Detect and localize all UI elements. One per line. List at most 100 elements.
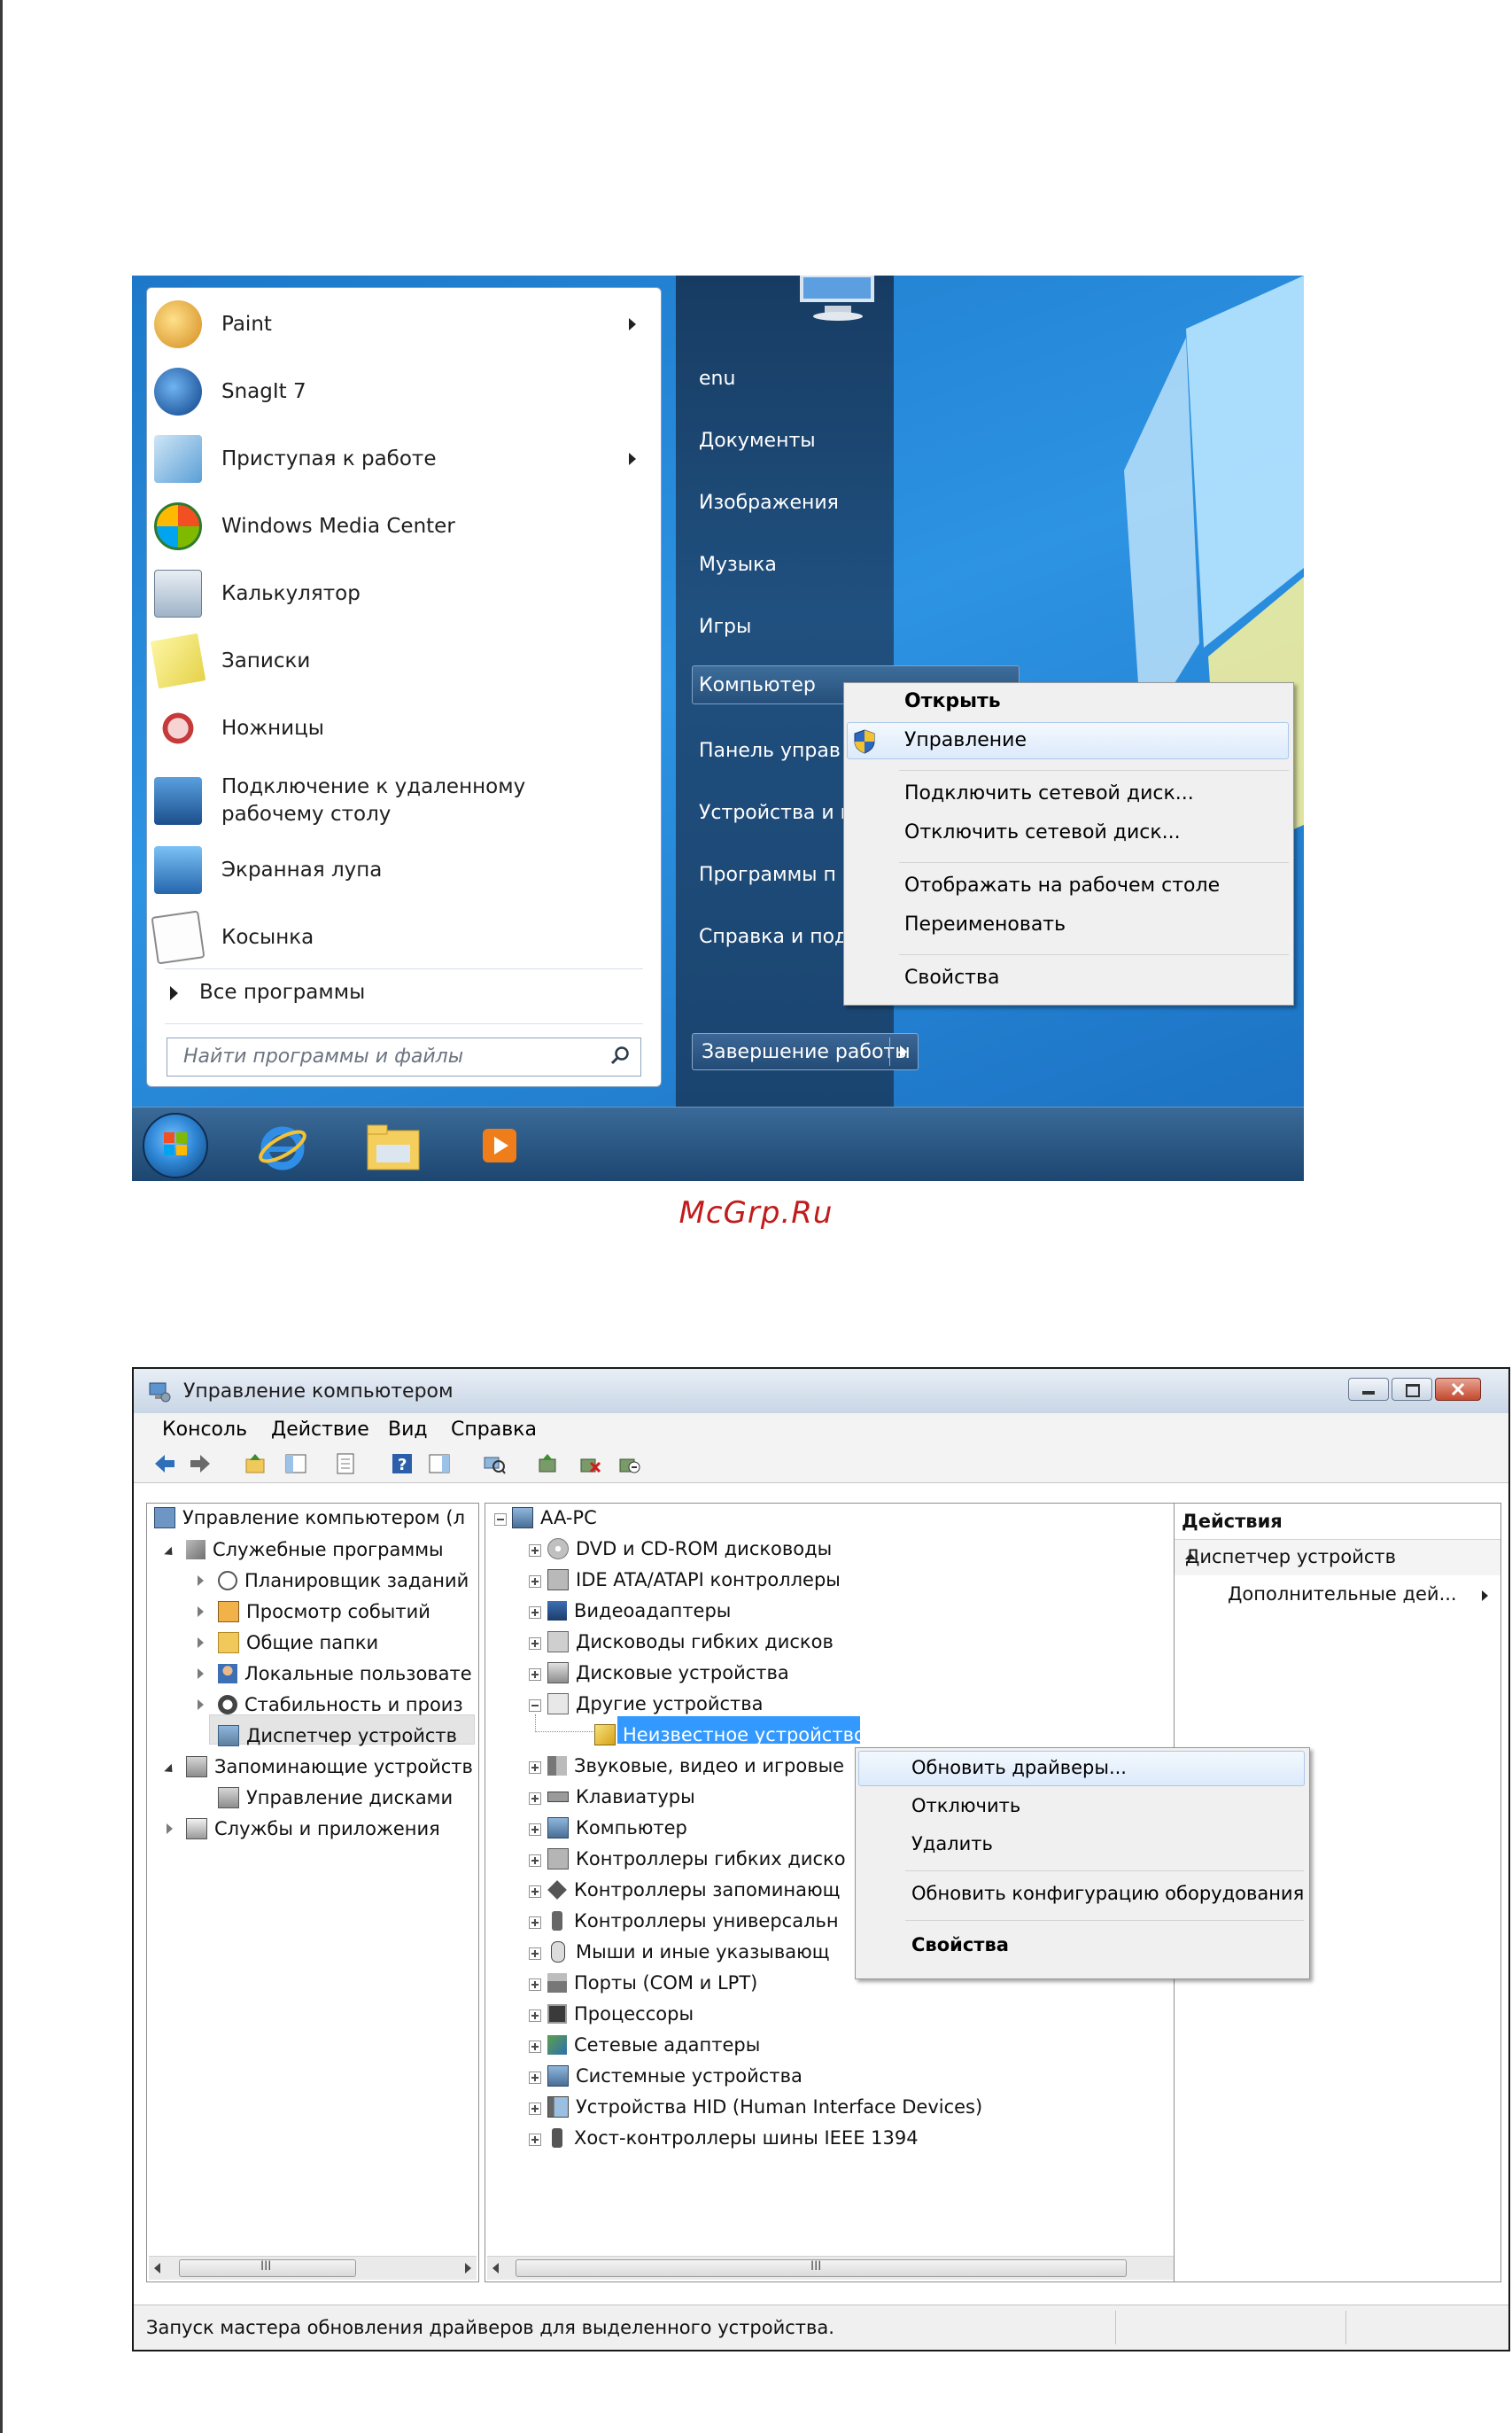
scroll-left-icon[interactable]: [154, 2263, 160, 2274]
expand-box-icon[interactable]: [529, 1823, 541, 1836]
device-category[interactable]: Звуковые, видео и игровые: [547, 1755, 844, 1776]
tree-reliability[interactable]: Стабильность и произ: [218, 1694, 463, 1715]
expand-box-icon[interactable]: [529, 1916, 541, 1929]
start-search-input[interactable]: Найти программы и файлы: [167, 1038, 641, 1077]
menu-console[interactable]: Консоль: [162, 1419, 247, 1441]
scan-hardware-icon[interactable]: [483, 1452, 506, 1475]
program-remote-desktop[interactable]: Подключение к удаленному рабочему столу: [154, 766, 650, 836]
expand-arrow-icon[interactable]: [198, 1606, 204, 1617]
expand-box-icon[interactable]: [529, 2009, 541, 2022]
link-devices-printers[interactable]: Устройства и г: [699, 802, 850, 824]
device-category[interactable]: Контроллеры запоминающ: [547, 1879, 840, 1901]
expand-box-icon[interactable]: [529, 1947, 541, 1960]
menu-item-open[interactable]: Открыть: [904, 690, 1001, 712]
link-music[interactable]: Музыка: [699, 554, 777, 576]
collapse-box-icon[interactable]: [529, 1699, 541, 1712]
expand-arrow-icon[interactable]: [198, 1637, 204, 1648]
expand-box-icon[interactable]: [529, 2040, 541, 2053]
device-category[interactable]: Сетевые адаптеры: [547, 2034, 760, 2056]
tree-local-users[interactable]: Локальные пользовате: [218, 1663, 472, 1684]
device-root[interactable]: AA-PC: [512, 1507, 597, 1528]
menu-item-manage[interactable]: Управление: [904, 729, 1027, 751]
menu-item-map-network-drive[interactable]: Подключить сетевой диск...: [904, 782, 1194, 805]
expand-box-icon[interactable]: [529, 1761, 541, 1774]
program-magnifier[interactable]: Экранная лупа: [154, 839, 650, 901]
device-category[interactable]: Контроллеры универсальн: [547, 1910, 839, 1932]
tree-system-tools[interactable]: Служебные программы: [186, 1539, 444, 1560]
device-category[interactable]: Клавиатуры: [547, 1786, 695, 1807]
menu-item-disable[interactable]: Отключить: [911, 1795, 1020, 1816]
link-computer[interactable]: Компьютер: [699, 674, 816, 696]
link-control-panel[interactable]: Панель управ: [699, 740, 841, 762]
tree-task-scheduler[interactable]: Планировщик заданий: [218, 1570, 469, 1591]
menu-item-properties[interactable]: Свойства: [911, 1934, 1009, 1955]
device-category[interactable]: DVD и CD-ROM дисководы: [547, 1538, 832, 1559]
scroll-right-icon[interactable]: [465, 2263, 471, 2274]
device-category[interactable]: Процессоры: [547, 2003, 694, 2025]
link-help-support[interactable]: Справка и под: [699, 926, 848, 948]
tree-storage[interactable]: Запоминающие устройств: [186, 1756, 473, 1777]
more-actions-link[interactable]: Дополнительные дей...: [1228, 1583, 1457, 1605]
collapse-box-icon[interactable]: [494, 1513, 507, 1526]
device-category[interactable]: Мыши и иные указывающ: [547, 1941, 830, 1963]
tree-event-viewer[interactable]: Просмотр событий: [218, 1601, 430, 1622]
device-unknown[interactable]: Неизвестное устройство: [594, 1724, 865, 1745]
scroll-left-icon[interactable]: [492, 2263, 499, 2274]
internet-explorer-icon[interactable]: [256, 1120, 309, 1173]
collapse-arrow-icon[interactable]: [164, 1763, 176, 1776]
program-calculator[interactable]: Калькулятор: [154, 563, 650, 625]
device-category[interactable]: Компьютер: [547, 1817, 687, 1838]
link-default-programs[interactable]: Программы п: [699, 864, 836, 886]
update-driver-icon[interactable]: [536, 1452, 559, 1475]
expand-box-icon[interactable]: [529, 1606, 541, 1619]
console-tree-hscrollbar[interactable]: III: [149, 2256, 477, 2280]
all-programs-button[interactable]: Все программы: [170, 981, 365, 1004]
shutdown-button[interactable]: Завершение работы: [692, 1033, 919, 1070]
device-category[interactable]: Видеоадаптеры: [547, 1600, 731, 1621]
program-solitaire[interactable]: Косынка: [151, 906, 650, 968]
program-snipping-tool[interactable]: Ножницы: [154, 697, 650, 759]
link-pictures[interactable]: Изображения: [699, 492, 839, 514]
minimize-button[interactable]: [1348, 1378, 1389, 1401]
expand-arrow-icon[interactable]: [198, 1575, 204, 1586]
menu-help[interactable]: Справка: [451, 1419, 537, 1441]
device-category[interactable]: IDE ATA/ATAPI контроллеры: [547, 1569, 841, 1590]
collapse-arrow-icon[interactable]: [164, 1546, 176, 1559]
program-snagit[interactable]: SnagIt 7: [154, 361, 650, 423]
tree-device-manager[interactable]: Диспетчер устройств: [218, 1725, 457, 1746]
menu-item-scan-hardware[interactable]: Обновить конфигурацию оборудования: [911, 1883, 1304, 1904]
expand-box-icon[interactable]: [529, 1978, 541, 1991]
menu-item-show-on-desktop[interactable]: Отображать на рабочем столе: [904, 874, 1220, 897]
tree-disk-management[interactable]: Управление дисками: [218, 1787, 453, 1808]
device-category[interactable]: Порты (COM и LPT): [547, 1972, 757, 1994]
menu-item-rename[interactable]: Переименовать: [904, 913, 1066, 936]
device-category[interactable]: Другие устройства: [547, 1693, 764, 1714]
program-media-center[interactable]: Windows Media Center: [154, 495, 650, 557]
menu-item-properties[interactable]: Свойства: [904, 967, 999, 989]
expand-box-icon[interactable]: [529, 1668, 541, 1681]
maximize-button[interactable]: [1392, 1378, 1432, 1401]
device-category[interactable]: Контроллеры гибких диско: [547, 1848, 846, 1869]
link-documents[interactable]: Документы: [699, 430, 816, 452]
program-paint[interactable]: Paint: [154, 293, 650, 355]
tree-shared-folders[interactable]: Общие папки: [218, 1632, 378, 1653]
device-category[interactable]: Устройства HID (Human Interface Devices): [547, 2096, 982, 2118]
device-category[interactable]: Системные устройства: [547, 2065, 803, 2087]
program-getting-started[interactable]: Приступая к работе: [154, 428, 650, 490]
expand-box-icon[interactable]: [529, 2103, 541, 2115]
explorer-folder-icon[interactable]: [364, 1120, 423, 1173]
tree-root[interactable]: Управление компьютером (л: [154, 1507, 465, 1528]
disable-device-icon[interactable]: [617, 1452, 640, 1475]
expand-box-icon[interactable]: [529, 1885, 541, 1898]
expand-arrow-icon[interactable]: [198, 1699, 204, 1710]
menu-item-disconnect-network-drive[interactable]: Отключить сетевой диск...: [904, 821, 1181, 843]
action-pane-icon[interactable]: [428, 1452, 451, 1475]
actions-section-device-manager[interactable]: Диспетчер устройств: [1175, 1539, 1500, 1575]
start-button[interactable]: [143, 1113, 208, 1178]
device-category[interactable]: Дисковые устройства: [547, 1662, 789, 1683]
device-tree-hscrollbar[interactable]: III: [487, 2256, 1185, 2280]
forward-icon[interactable]: [189, 1452, 212, 1475]
help-icon[interactable]: ?: [391, 1452, 414, 1475]
close-button[interactable]: [1435, 1378, 1481, 1401]
expand-arrow-icon[interactable]: [198, 1668, 204, 1679]
